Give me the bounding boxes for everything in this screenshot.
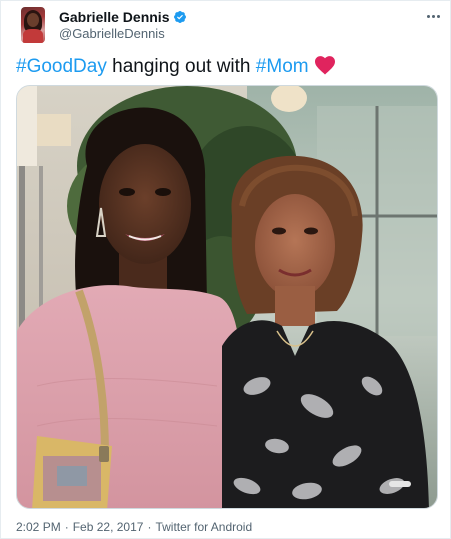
tweet-card: Gabrielle Dennis @GabrielleDennis #GoodD… <box>0 0 451 539</box>
author-name-row: Gabrielle Dennis <box>59 9 187 25</box>
red-heart-icon <box>314 56 335 75</box>
avatar[interactable] <box>21 7 45 43</box>
meta-separator: · <box>147 520 152 534</box>
author-display-name[interactable]: Gabrielle Dennis <box>59 9 169 25</box>
author-handle[interactable]: @GabrielleDennis <box>59 26 165 41</box>
tweet-date[interactable]: Feb 22, 2017 <box>73 520 144 534</box>
hashtag-goodday[interactable]: #GoodDay <box>16 56 107 77</box>
tweet-meta: 2:02 PM · Feb 22, 2017 · Twitter for And… <box>16 520 252 534</box>
tweet-time[interactable]: 2:02 PM <box>16 520 61 534</box>
verified-badge-icon <box>174 11 187 23</box>
tweet-text: #GoodDay hanging out with #Mom <box>16 55 336 78</box>
hashtag-mom[interactable]: #Mom <box>256 56 309 77</box>
avatar-face <box>27 13 39 27</box>
avatar-outfit <box>23 29 43 43</box>
tweet-photo[interactable] <box>16 85 438 509</box>
more-horizontal-icon <box>426 14 440 18</box>
more-options-button[interactable] <box>422 8 444 24</box>
meta-separator: · <box>64 520 69 534</box>
photo-illustration <box>17 86 437 508</box>
tweet-source[interactable]: Twitter for Android <box>155 520 252 534</box>
tweet-text-middle: hanging out with <box>106 56 256 77</box>
